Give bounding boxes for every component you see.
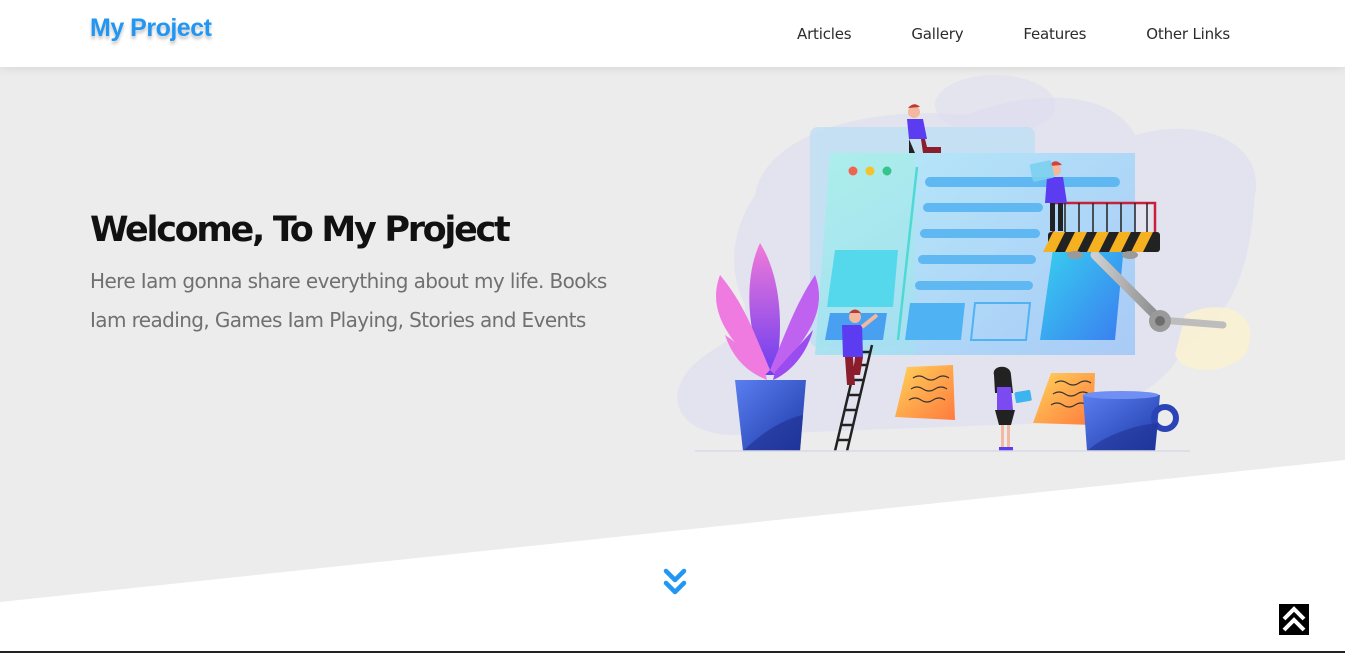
nav-link-gallery[interactable]: Gallery [911,25,963,43]
hero-illustration [677,75,1257,452]
nav-link-articles[interactable]: Articles [797,25,852,43]
coffee-mug [1083,391,1179,451]
main-nav: Articles Gallery Features Other Links [737,0,1230,67]
landing-page: My Project Articles Gallery Features Oth… [0,0,1345,653]
back-to-top-button[interactable] [1279,604,1309,635]
double-chevron-up-icon [1282,606,1306,632]
hero-title: Welcome, To My Project [90,210,511,250]
double-chevron-down-icon [663,568,687,595]
nav-link-features[interactable]: Features [1023,25,1086,43]
site-header: My Project Articles Gallery Features Oth… [0,0,1345,67]
scroll-down-button[interactable] [662,568,688,598]
hero-description: Here Iam gonna share everything about my… [90,269,607,332]
nav-link-other-links[interactable]: Other Links [1146,25,1230,43]
logo-link[interactable]: My Project [90,14,212,43]
